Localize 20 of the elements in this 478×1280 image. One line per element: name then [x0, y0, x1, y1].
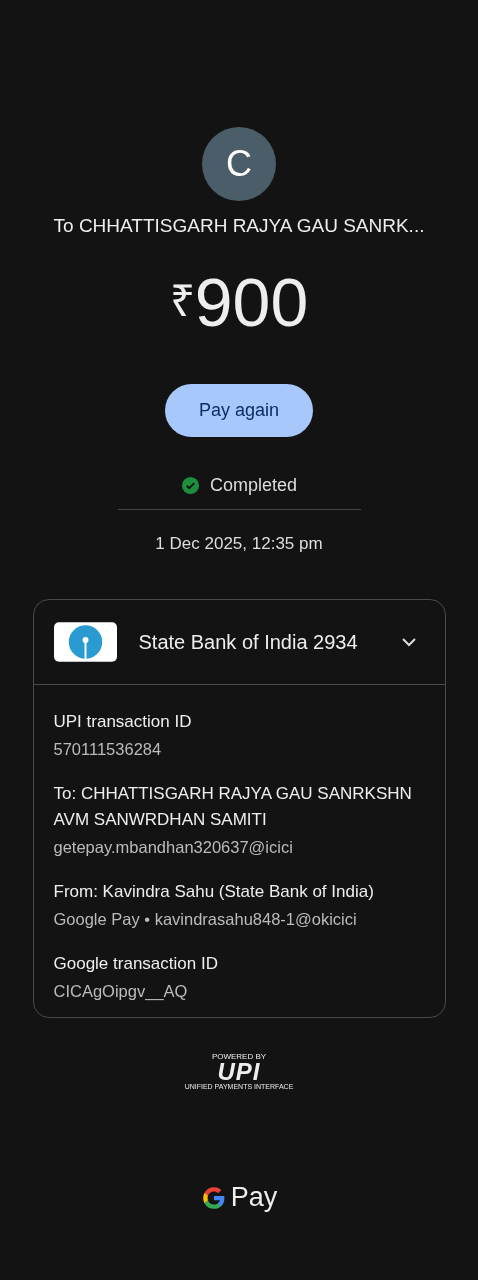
pay-wordmark: Pay	[230, 1182, 278, 1213]
transaction-date: 1 Dec 2025, 12:35 pm	[155, 534, 323, 554]
pay-again-button[interactable]: Pay again	[165, 384, 313, 437]
bank-logo-icon	[53, 622, 117, 662]
field-value: Google Pay • kavindrasahu848-1@okicici	[53, 910, 358, 929]
field-label: To: CHHATTISGARH RAJYA GAU SANRKSHN AVM SANWRDHAN SAMITI	[53, 783, 413, 831]
recipient-title: To CHHATTISGARH RAJYA GAU SANRK...	[53, 215, 425, 237]
powered-by-label: POWERED BY	[211, 1052, 267, 1061]
field-value: 570111536284	[53, 740, 163, 759]
amount: $^{₹}$900	[169, 263, 309, 340]
google-g-icon	[200, 1184, 227, 1211]
field-label: Google transaction ID	[53, 953, 219, 975]
field-label: From: Kavindra Sahu (State Bank of India)	[53, 881, 375, 903]
upi-logo: UPI	[217, 1061, 261, 1083]
avatar: C	[202, 127, 276, 201]
status-label: Completed	[209, 475, 297, 496]
field-label: UPI transaction ID	[53, 711, 193, 733]
field-value: CICAgOipgv__AQ	[53, 982, 189, 1001]
bank-account: State Bank of India 2934	[138, 630, 359, 654]
field-value: getepay.mbandhan320637@icici	[53, 838, 294, 857]
